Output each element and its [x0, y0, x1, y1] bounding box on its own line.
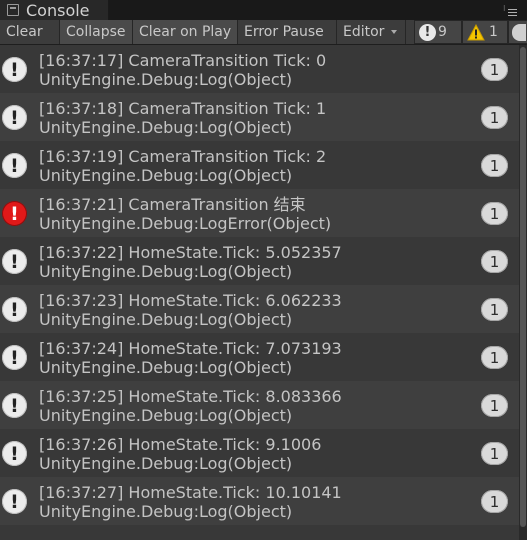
log-stack-trace: UnityEngine.Debug:Log(Object) — [39, 358, 293, 377]
warning-icon — [467, 23, 485, 40]
collapse-count-badge: 1 — [481, 394, 508, 417]
info-filter-toggle[interactable]: ! 9 — [414, 20, 462, 44]
log-entry-text: [16:37:24] HomeState.Tick: 7.073193 Unity… — [39, 339, 342, 377]
info-count: 9 — [438, 24, 447, 40]
collapse-count-badge: 1 — [481, 202, 508, 225]
collapse-count-badge: 1 — [481, 106, 508, 129]
info-icon: ! — [2, 297, 27, 322]
info-icon: ! — [2, 393, 27, 418]
scrollbar-thumb[interactable] — [520, 47, 526, 527]
log-entry-text: [16:37:22] HomeState.Tick: 5.052357 Unity… — [39, 243, 342, 281]
log-message: [16:37:25] HomeState.Tick: 8.083366 — [39, 387, 342, 406]
info-icon: ! — [2, 441, 27, 466]
info-icon: ! — [2, 153, 27, 178]
log-list: ! [16:37:17] CameraTransition Tick: 0 Unit… — [0, 45, 519, 525]
vertical-scrollbar[interactable] — [519, 45, 527, 540]
collapse-count-badge: 1 — [481, 490, 508, 513]
log-entry-text: [16:37:18] CameraTransition Tick: 1 Unity… — [39, 99, 326, 137]
list-footer — [0, 525, 519, 540]
info-icon: ! — [2, 489, 27, 514]
log-message: [16:37:18] CameraTransition Tick: 1 — [39, 99, 327, 118]
log-stack-trace: UnityEngine.Debug:Log(Object) — [39, 166, 293, 185]
log-stack-trace: UnityEngine.Debug:Log(Object) — [39, 310, 293, 329]
log-stack-trace: UnityEngine.Debug:Log(Object) — [39, 454, 293, 473]
log-stack-trace: UnityEngine.Debug:Log(Object) — [39, 70, 293, 89]
log-message: [16:37:26] HomeState.Tick: 9.1006 — [39, 435, 322, 454]
log-stack-trace: UnityEngine.Debug:LogError(Object) — [39, 214, 332, 233]
log-message: [16:37:27] HomeState.Tick: 10.10141 — [39, 483, 342, 502]
warning-count: 1 — [489, 24, 498, 40]
collapse-label: Collapse — [66, 24, 126, 40]
log-entry[interactable]: ! [16:37:27] HomeState.Tick: 10.10141 Unit… — [0, 477, 519, 525]
editor-label: Editor — [343, 24, 385, 40]
chevron-down-icon — [391, 30, 398, 34]
log-entry[interactable]: ! [16:37:26] HomeState.Tick: 9.1006 UnityE… — [0, 429, 519, 477]
log-stack-trace: UnityEngine.Debug:Log(Object) — [39, 406, 293, 425]
log-message: [16:37:19] CameraTransition Tick: 2 — [39, 147, 327, 166]
error-filter-toggle[interactable] — [508, 20, 527, 44]
log-entry-text: [16:37:17] CameraTransition Tick: 0 Unity… — [39, 51, 326, 89]
console-toolbar: Clear Collapse Clear on Play Error Pause… — [0, 20, 527, 45]
collapse-count-badge: 1 — [481, 250, 508, 273]
collapse-count-badge: 1 — [481, 298, 508, 321]
log-message: [16:37:21] CameraTransition 结束 — [39, 195, 306, 214]
log-stack-trace: UnityEngine.Debug:Log(Object) — [39, 262, 293, 281]
window-title: Console — [26, 0, 90, 20]
log-entry-text: [16:37:26] HomeState.Tick: 9.1006 UnityEn… — [39, 435, 321, 473]
collapse-count-badge: 1 — [481, 58, 508, 81]
tab-menu-icon[interactable]: ⁝ — [503, 5, 517, 17]
editor-dropdown[interactable]: Editor — [337, 20, 406, 44]
console-tab[interactable]: Console — [0, 0, 109, 20]
title-bar: Console ⁝ — [0, 0, 527, 20]
warning-filter-toggle[interactable]: 1 — [462, 20, 508, 44]
log-message: [16:37:24] HomeState.Tick: 7.073193 — [39, 339, 342, 358]
log-entry[interactable]: ! [16:37:25] HomeState.Tick: 8.083366 Unit… — [0, 381, 519, 429]
log-message: [16:37:23] HomeState.Tick: 6.062233 — [39, 291, 342, 310]
info-icon: ! — [2, 249, 27, 274]
error-icon: ! — [2, 201, 27, 226]
log-entry-text: [16:37:27] HomeState.Tick: 10.10141 Unity… — [39, 483, 342, 521]
log-message: [16:37:22] HomeState.Tick: 5.052357 — [39, 243, 342, 262]
log-entry-text: [16:37:25] HomeState.Tick: 8.083366 Unity… — [39, 387, 342, 425]
info-icon: ! — [2, 57, 27, 82]
log-entry[interactable]: ! [16:37:17] CameraTransition Tick: 0 Unit… — [0, 45, 519, 93]
log-entry-text: [16:37:19] CameraTransition Tick: 2 Unity… — [39, 147, 326, 185]
log-entry-text: [16:37:21] CameraTransition 结束 UnityEngin… — [39, 195, 331, 233]
error-pause-toggle[interactable]: Error Pause — [238, 20, 337, 44]
log-entry[interactable]: ! [16:37:21] CameraTransition 结束 UnityEngi… — [0, 189, 519, 237]
log-stack-trace: UnityEngine.Debug:Log(Object) — [39, 502, 293, 521]
log-entry[interactable]: ! [16:37:22] HomeState.Tick: 5.052357 Unit… — [0, 237, 519, 285]
info-icon: ! — [419, 23, 436, 41]
collapse-toggle[interactable]: Collapse — [60, 20, 133, 44]
clear-label: Clear — [6, 24, 43, 40]
log-stack-trace: UnityEngine.Debug:Log(Object) — [39, 118, 293, 137]
info-icon: ! — [2, 105, 27, 130]
log-entry[interactable]: ! [16:37:19] CameraTransition Tick: 2 Unit… — [0, 141, 519, 189]
collapse-count-badge: 1 — [481, 154, 508, 177]
error-pause-label: Error Pause — [244, 24, 324, 40]
log-entry[interactable]: ! [16:37:24] HomeState.Tick: 7.073193 Unit… — [0, 333, 519, 381]
info-icon: ! — [2, 345, 27, 370]
clear-button[interactable]: Clear — [0, 20, 60, 44]
log-message: [16:37:17] CameraTransition Tick: 0 — [39, 51, 327, 70]
collapse-count-badge: 1 — [481, 346, 508, 369]
log-entry-text: [16:37:23] HomeState.Tick: 6.062233 Unity… — [39, 291, 342, 329]
console-window-icon — [7, 4, 19, 16]
clear-on-play-label: Clear on Play — [139, 24, 232, 40]
clear-on-play-toggle[interactable]: Clear on Play — [133, 20, 238, 44]
error-filter-icon — [512, 23, 526, 41]
log-entry[interactable]: ! [16:37:23] HomeState.Tick: 6.062233 Unit… — [0, 285, 519, 333]
collapse-count-badge: 1 — [481, 442, 508, 465]
log-entry[interactable]: ! [16:37:18] CameraTransition Tick: 1 Unit… — [0, 93, 519, 141]
